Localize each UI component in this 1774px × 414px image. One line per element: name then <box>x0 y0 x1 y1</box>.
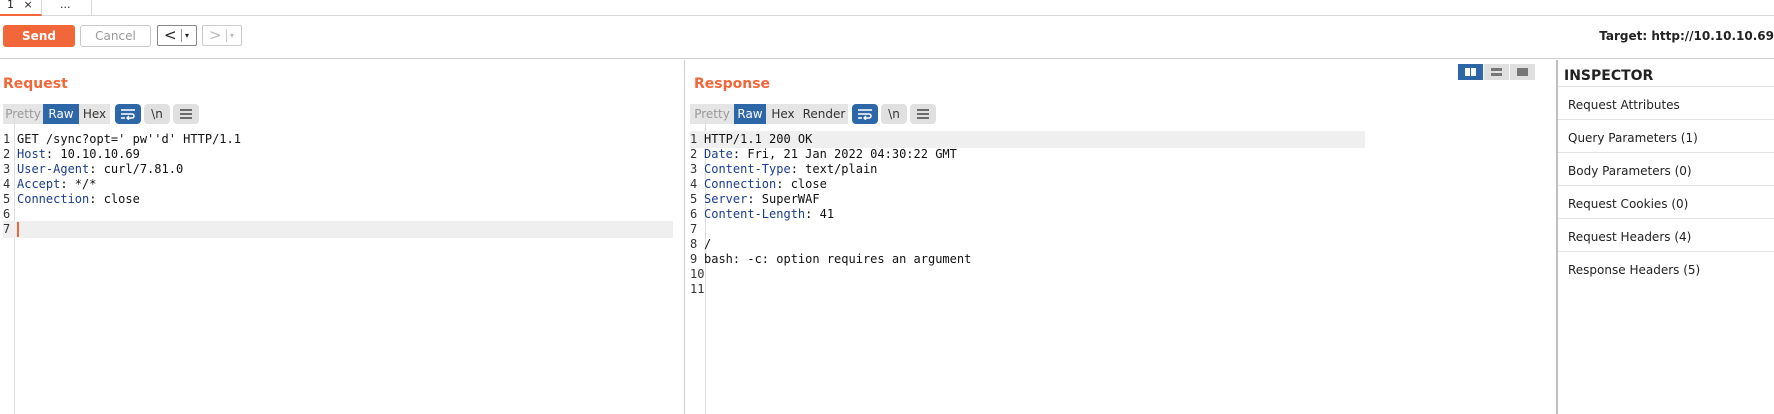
split-horizontal-layout-icon[interactable] <box>1458 64 1483 80</box>
header-value: : SuperWAF <box>747 192 820 206</box>
history-forward-button[interactable]: > ▾ <box>202 25 242 46</box>
header-name: Date <box>704 147 733 161</box>
header-value: : 41 <box>805 207 835 221</box>
header-name: User-Agent <box>17 162 90 176</box>
pane-divider[interactable] <box>684 60 685 414</box>
new-tab-button[interactable]: ... <box>42 0 92 16</box>
chevron-down-icon[interactable]: ▾ <box>230 26 234 45</box>
cancel-button[interactable]: Cancel <box>80 25 151 47</box>
split-vertical-layout-icon[interactable] <box>1484 64 1509 80</box>
tabbed-layout-icon[interactable] <box>1510 64 1535 80</box>
header-value: / <box>704 237 712 251</box>
chevron-down-icon[interactable]: ▾ <box>185 26 189 45</box>
tab-raw[interactable]: Raw <box>43 104 79 124</box>
inspector-request-attributes[interactable]: Request Attributes <box>1558 86 1774 123</box>
send-button[interactable]: Send <box>3 25 75 47</box>
divider <box>181 29 182 42</box>
line-number: 11 <box>690 282 705 296</box>
request-title: Request <box>3 76 68 92</box>
inspector-response-headers[interactable]: Response Headers (5) <box>1558 251 1774 288</box>
repeater-tab-1[interactable]: 1 × <box>0 0 42 16</box>
header-name: Connection <box>704 177 777 191</box>
history-back-button[interactable]: < ▾ <box>157 25 197 46</box>
newline-toggle-button[interactable]: \n <box>144 104 170 124</box>
code-line: 7 <box>3 221 673 238</box>
header-value: : 10.10.10.69 <box>45 147 140 161</box>
divider <box>226 29 227 42</box>
header-value: : text/plain <box>790 162 878 176</box>
response-title: Response <box>694 76 771 92</box>
code-line: 11 <box>690 281 1365 298</box>
word-wrap-icon[interactable] <box>852 104 878 124</box>
more-tabs-label: ... <box>60 0 71 11</box>
toolbar: Send Cancel < ▾ > ▾ Target: http://10.10… <box>0 16 1774 59</box>
tab-label: 1 <box>7 0 14 11</box>
inspector-title: INSPECTOR <box>1564 68 1654 84</box>
line-number: 7 <box>3 222 11 236</box>
header-name: Accept <box>17 177 61 191</box>
hamburger-menu-icon[interactable] <box>910 104 936 124</box>
inspector-request-headers[interactable]: Request Headers (4) <box>1558 218 1774 255</box>
header-value: : close <box>776 177 827 191</box>
header-value: : close <box>89 192 140 206</box>
target-label[interactable]: Target: http://10.10.10.69 <box>1599 29 1774 43</box>
text-caret <box>17 222 19 237</box>
header-name: Content-Type <box>704 162 791 176</box>
hamburger-menu-icon[interactable] <box>173 104 199 124</box>
header-value: : */* <box>60 177 97 191</box>
repeater-tab-bar: 1 × ... <box>0 0 1774 16</box>
header-name: Connection <box>17 192 90 206</box>
inspector-query-parameters[interactable]: Query Parameters (1) <box>1558 119 1774 156</box>
header-value: : Fri, 21 Jan 2022 04:30:22 GMT <box>732 147 957 161</box>
header-name: Content-Length <box>704 207 806 221</box>
header-value: GET /sync?opt=' pw''d' HTTP/1.1 <box>17 132 241 146</box>
header-name: Server <box>704 192 748 206</box>
word-wrap-icon[interactable] <box>115 104 141 124</box>
back-arrow-icon: < <box>164 26 177 44</box>
tab-render[interactable]: Render <box>800 104 848 124</box>
inspector-body-parameters[interactable]: Body Parameters (0) <box>1558 152 1774 189</box>
tab-close-icon[interactable]: × <box>24 0 33 11</box>
header-value: bash: -c: option requires an argument <box>704 252 972 266</box>
tab-pretty[interactable]: Pretty <box>690 104 734 124</box>
header-value: : curl/7.81.0 <box>89 162 184 176</box>
header-value: HTTP/1.1 200 OK <box>704 132 813 146</box>
inspector-panel: INSPECTOR Request Attributes Query Param… <box>1556 60 1774 414</box>
header-name: Host <box>17 147 46 161</box>
inspector-request-cookies[interactable]: Request Cookies (0) <box>1558 185 1774 222</box>
tab-pretty[interactable]: Pretty <box>3 104 43 124</box>
newline-toggle-button[interactable]: \n <box>881 104 907 124</box>
forward-arrow-icon: > <box>209 26 222 44</box>
tab-hex[interactable]: Hex <box>79 104 110 124</box>
tab-hex[interactable]: Hex <box>766 104 800 124</box>
tab-raw[interactable]: Raw <box>734 104 766 124</box>
